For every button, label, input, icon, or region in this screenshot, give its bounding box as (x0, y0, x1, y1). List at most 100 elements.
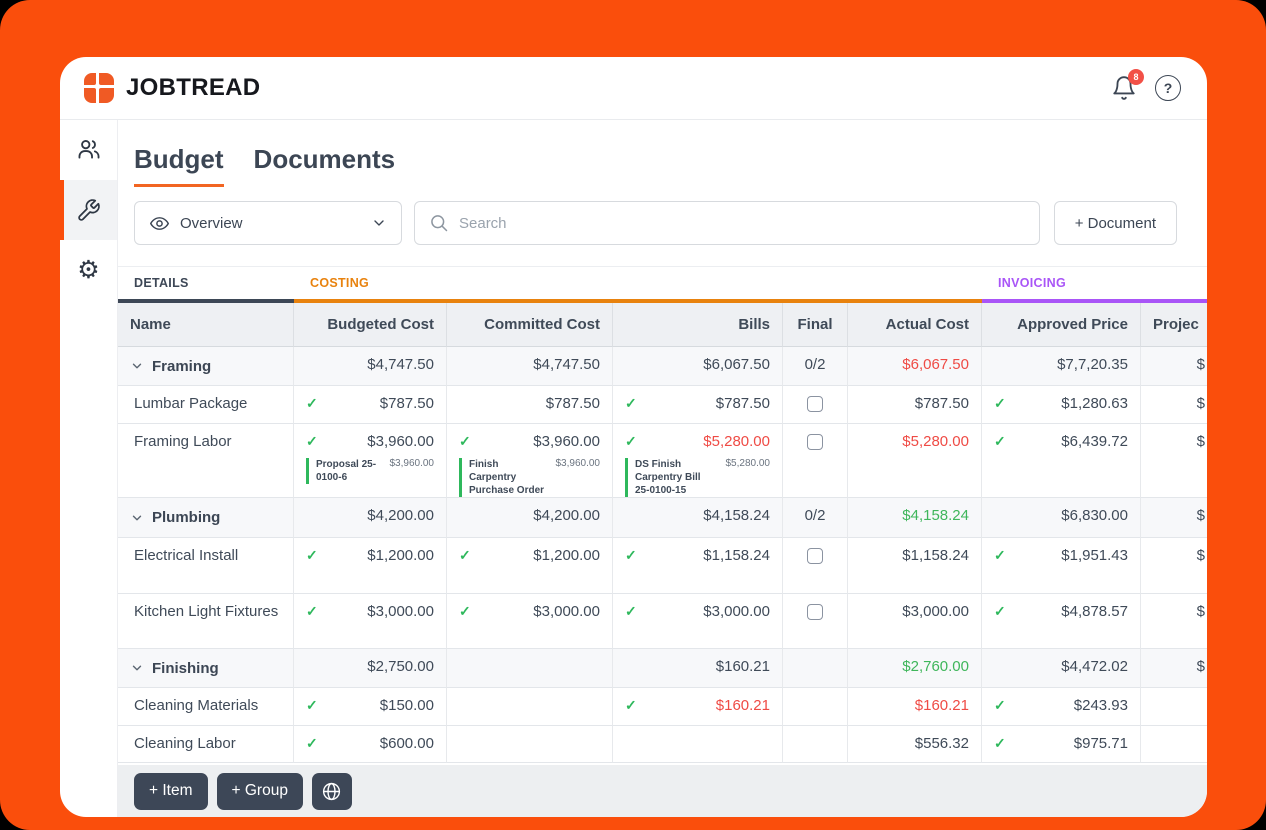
cell-approved[interactable]: ✓ $243.93 (982, 688, 1141, 726)
cell-final[interactable] (783, 649, 848, 688)
column-header-name[interactable]: Name (118, 303, 294, 347)
cell-final[interactable] (783, 538, 848, 594)
cell-budgeted[interactable]: ✓ $787.50 (294, 386, 447, 424)
cell-projected[interactable]: $ (1141, 347, 1207, 386)
column-header-committed-cost[interactable]: Committed Cost (447, 303, 613, 347)
cell-actual[interactable]: $787.50 (848, 386, 982, 424)
cell-final[interactable] (783, 688, 848, 726)
cell-budgeted[interactable]: $4,200.00 (294, 498, 447, 538)
final-checkbox[interactable] (807, 396, 823, 412)
cell-name[interactable]: Plumbing (118, 498, 294, 538)
column-header-projected[interactable]: Projec (1141, 303, 1207, 347)
cell-bills[interactable]: $4,158.24 (613, 498, 783, 538)
cell-budgeted[interactable]: ✓ $1,200.00 (294, 538, 447, 594)
cell-name[interactable]: Lumbar Package (118, 386, 294, 424)
sidebar-item-settings[interactable]: ⚙ (60, 240, 117, 300)
linked-document[interactable]: DS Finish Carpentry Bill 25-0100-15 $5,28… (625, 458, 770, 497)
column-header-approved-price[interactable]: Approved Price (982, 303, 1141, 347)
cell-committed[interactable]: ✓ $1,200.00 (447, 538, 613, 594)
cell-actual[interactable]: $160.21 (848, 688, 982, 726)
cell-bills[interactable]: ✓ $3,000.00 (613, 594, 783, 649)
cell-final[interactable]: 0/2 (783, 498, 848, 538)
view-selector[interactable]: Overview (134, 201, 402, 245)
notifications-button[interactable]: 8 (1111, 69, 1144, 101)
cell-name[interactable]: Electrical Install (118, 538, 294, 594)
table-row[interactable]: Cleaning Labor ✓ $600.00 $556.32 ✓ $975.71 (118, 726, 1207, 763)
cell-budgeted[interactable]: ✓ $3,960.00 Proposal 25-0100-6 $3,960.00 (294, 424, 447, 498)
cell-actual[interactable]: $4,158.24 (848, 498, 982, 538)
search-input[interactable] (459, 214, 1025, 232)
add-document-button[interactable]: + Document (1053, 201, 1177, 245)
table-row[interactable]: Electrical Install ✓ $1,200.00 ✓ $1,200.00 ✓ $… (118, 538, 1207, 594)
cell-committed[interactable]: ✓ $3,000.00 (447, 594, 613, 649)
cell-actual[interactable]: $3,000.00 (848, 594, 982, 649)
cell-actual[interactable]: $6,067.50 (848, 347, 982, 386)
table-row[interactable]: Cleaning Materials ✓ $150.00 ✓ $160.21 $160.2… (118, 688, 1207, 726)
cell-committed[interactable]: ✓ $3,960.00 Finish Carpentry Purchase Orde… (447, 424, 613, 498)
cell-budgeted[interactable]: ✓ $600.00 (294, 726, 447, 763)
cell-name[interactable]: Framing (118, 347, 294, 386)
cell-projected[interactable]: $ (1141, 649, 1207, 688)
cell-final[interactable] (783, 594, 848, 649)
cell-approved[interactable]: ✓ $1,280.63 (982, 386, 1141, 424)
cell-approved[interactable]: ✓ $1,951.43 (982, 538, 1141, 594)
tab-budget[interactable]: Budget (134, 144, 224, 187)
cell-approved[interactable]: ✓ $6,439.72 (982, 424, 1141, 498)
table-group-row[interactable]: Plumbing $4,200.00 $4,200.00 $4,158.24 0/2 $4… (118, 498, 1207, 538)
cell-projected[interactable]: $ (1141, 386, 1207, 424)
cell-committed[interactable] (447, 726, 613, 763)
cell-approved[interactable]: ✓ $4,878.57 (982, 594, 1141, 649)
cell-projected[interactable]: $ (1141, 424, 1207, 498)
cell-name[interactable]: Finishing (118, 649, 294, 688)
final-checkbox[interactable] (807, 604, 823, 620)
column-header-final[interactable]: Final (783, 303, 848, 347)
linked-document[interactable]: Finish Carpentry Purchase Order 25-0100-… (459, 458, 600, 497)
collapse-toggle[interactable] (130, 359, 144, 373)
cell-final[interactable] (783, 386, 848, 424)
cell-actual[interactable]: $2,760.00 (848, 649, 982, 688)
cell-committed[interactable]: $4,747.50 (447, 347, 613, 386)
cell-committed[interactable] (447, 649, 613, 688)
cell-approved[interactable]: $7,7,20.35 (982, 347, 1141, 386)
cell-projected[interactable]: $ (1141, 538, 1207, 594)
table-row[interactable]: Kitchen Light Fixtures ✓ $3,000.00 ✓ $3,000.… (118, 594, 1207, 649)
cell-budgeted[interactable]: ✓ $150.00 (294, 688, 447, 726)
cell-actual[interactable]: $5,280.00 (848, 424, 982, 498)
cell-final[interactable] (783, 424, 848, 498)
cell-projected[interactable]: $ (1141, 498, 1207, 538)
table-row[interactable]: Lumbar Package ✓ $787.50 $787.50 ✓ $787.50 $78… (118, 386, 1207, 424)
column-header-actual-cost[interactable]: Actual Cost (848, 303, 982, 347)
cell-name[interactable]: Cleaning Labor (118, 726, 294, 763)
final-checkbox[interactable] (807, 548, 823, 564)
add-group-button[interactable]: + Group (216, 772, 303, 810)
sidebar-item-tools[interactable] (60, 180, 117, 240)
cell-actual[interactable]: $556.32 (848, 726, 982, 763)
cell-final[interactable]: 0/2 (783, 347, 848, 386)
cell-name[interactable]: Kitchen Light Fixtures (118, 594, 294, 649)
cell-bills[interactable]: $160.21 (613, 649, 783, 688)
sidebar-item-contacts[interactable] (60, 120, 117, 180)
cell-final[interactable] (783, 726, 848, 763)
cell-projected[interactable] (1141, 688, 1207, 726)
cell-actual[interactable]: $1,158.24 (848, 538, 982, 594)
tab-documents[interactable]: Documents (254, 144, 396, 187)
cell-name[interactable]: Framing Labor (118, 424, 294, 498)
cell-bills[interactable]: ✓ $160.21 (613, 688, 783, 726)
cell-bills[interactable]: ✓ $787.50 (613, 386, 783, 424)
table-group-row[interactable]: Finishing $2,750.00 $160.21 $2,760.00 $4,472… (118, 649, 1207, 688)
cell-bills[interactable]: ✓ $5,280.00 DS Finish Carpentry Bill 25-01… (613, 424, 783, 498)
linked-document[interactable]: Proposal 25-0100-6 $3,960.00 (306, 458, 434, 484)
cell-committed[interactable]: $787.50 (447, 386, 613, 424)
collapse-toggle[interactable] (130, 661, 144, 675)
help-button[interactable]: ? (1155, 75, 1181, 101)
add-item-button[interactable]: + Item (134, 772, 208, 810)
cell-bills[interactable]: $6,067.50 (613, 347, 783, 386)
cell-projected[interactable] (1141, 726, 1207, 763)
table-group-row[interactable]: Framing $4,747.50 $4,747.50 $6,067.50 0/2 $6,… (118, 347, 1207, 386)
final-checkbox[interactable] (807, 434, 823, 450)
cell-committed[interactable]: $4,200.00 (447, 498, 613, 538)
cell-bills[interactable] (613, 726, 783, 763)
column-header-budgeted-cost[interactable]: Budgeted Cost (294, 303, 447, 347)
cell-approved[interactable]: $4,472.02 (982, 649, 1141, 688)
table-row[interactable]: Framing Labor ✓ $3,960.00 Proposal 25-0100-… (118, 424, 1207, 498)
